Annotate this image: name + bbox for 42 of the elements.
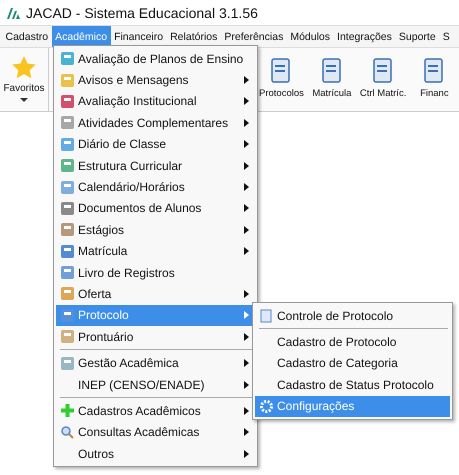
menu-item[interactable]: Calendário/Horários [56,176,255,198]
logo-icon [6,6,20,18]
menu-item[interactable]: Estrutura Curricular [56,154,255,176]
menu-item[interactable]: INEP (CENSO/ENADE) [56,374,255,396]
plus-icon [60,404,74,418]
toolbar-button[interactable]: Matrícula [310,48,354,99]
favorites-button[interactable]: Favoritos [0,48,49,111]
menu-item[interactable]: Cadastro de Protocolo [255,331,450,353]
menu-bar-item[interactable]: Módulos [286,26,334,47]
menu-item[interactable]: Controle de Protocolo [255,305,450,326]
toolbar-button[interactable]: Financ [412,48,456,99]
menu-item[interactable]: Consultas Acadêmicas [56,422,255,444]
menu-item[interactable]: Atividades Complementares [56,112,255,134]
menu-item[interactable]: Avaliação de Planos de Ensino [56,48,255,70]
menu-item[interactable]: Documentos de Alunos [56,198,255,220]
search-icon [60,426,74,439]
menu-bar-item[interactable]: Suporte [395,26,440,47]
settings-icon [260,400,272,413]
menu-item[interactable]: Outros [56,443,255,464]
menu-item[interactable]: Diário de Classe [56,134,255,155]
menu-bar-item[interactable]: Relatórios [166,26,221,47]
menu-item[interactable]: Avisos e Mensagens [56,69,255,91]
menu-item[interactable]: Prontuário [56,326,255,348]
menu-item[interactable]: Cadastro de Categoria [255,352,450,374]
menu-item[interactable]: Matrícula [56,240,255,262]
menu-bar-item[interactable]: Preferências [220,26,287,47]
toolbar-button[interactable]: Ctrl Matríc. [360,48,406,99]
window-title: JACAD - Sistema Educacional 3.1.56 [26,4,258,20]
menu-item[interactable]: Estágios [56,219,255,241]
menu-bar-item[interactable]: Cadastro [2,26,52,47]
menu-item[interactable]: Oferta [56,283,255,305]
menu-item[interactable]: Cadastros Acadêmicos [56,400,255,422]
star-icon [12,56,36,79]
menu-item[interactable]: Avaliação Institucional [56,90,255,112]
menu-item[interactable]: Livro de Registros [56,262,255,284]
menu-bar-item[interactable]: Financeiro [110,26,167,47]
menu-bar-item[interactable]: Integrações [334,26,396,47]
menu-item[interactable]: Gestão Acadêmica [56,352,255,374]
caret-icon [20,98,28,102]
toolbar-button[interactable]: Protocolos [259,48,304,99]
menu-item[interactable]: Cadastro de Status Protocolo [255,374,450,396]
menu-bar-item[interactable]: S [439,26,454,47]
